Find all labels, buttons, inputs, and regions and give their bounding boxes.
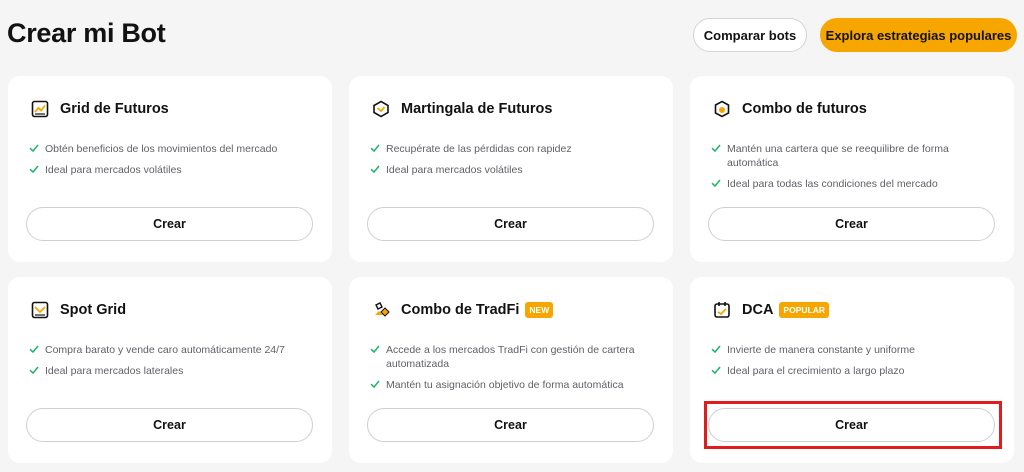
check-icon	[370, 345, 380, 354]
new-badge: NEW	[525, 302, 554, 318]
feature-item: Recupérate de las pérdidas con rapidez	[370, 142, 660, 156]
feature-item: Mantén una cartera que se reequilibre de…	[711, 142, 1001, 170]
feature-text: Ideal para mercados volátiles	[386, 164, 523, 176]
card-title: Grid de Futuros	[60, 101, 169, 117]
check-icon	[711, 366, 721, 375]
feature-text: Accede a los mercados TradFi con gestión…	[386, 344, 635, 370]
check-icon	[29, 345, 39, 354]
card-title: Combo de futuros	[742, 101, 867, 117]
tradfi-gold-icon	[371, 300, 391, 320]
card-title: DCA	[742, 302, 774, 318]
check-icon	[711, 179, 721, 188]
explore-strategies-button[interactable]: Explora estrategias populares	[820, 18, 1017, 52]
check-icon	[29, 165, 39, 174]
feature-text: Mantén tu asignación objetivo de forma a…	[386, 379, 624, 391]
feature-item: Ideal para mercados laterales	[29, 364, 319, 378]
feature-text: Invierte de manera constante y uniforme	[727, 344, 915, 356]
create-spot-grid-button[interactable]: Crear	[26, 408, 313, 442]
feature-text: Ideal para mercados laterales	[45, 365, 184, 377]
combo-coin-icon	[712, 99, 732, 119]
feature-text: Mantén una cartera que se reequilibre de…	[727, 143, 949, 169]
feature-item: Invierte de manera constante y uniforme	[711, 343, 1001, 357]
feature-text: Ideal para todas las condiciones del mer…	[727, 178, 938, 190]
check-icon	[29, 366, 39, 375]
bot-card-futures-martingale: Martingala de Futuros Recupérate de las …	[349, 76, 673, 262]
feature-item: Ideal para el crecimiento a largo plazo	[711, 364, 1001, 378]
card-title: Martingala de Futuros	[401, 101, 553, 117]
card-title: Combo de TradFi	[401, 302, 520, 318]
check-icon	[711, 345, 721, 354]
bot-card-spot-grid: Spot Grid Compra barato y vende caro aut…	[8, 277, 332, 463]
spot-grid-chart-icon	[30, 300, 50, 320]
dca-calendar-icon	[712, 300, 732, 320]
check-icon	[370, 380, 380, 389]
bot-card-tradfi-combo: Combo de TradFi NEW Accede a los mercado…	[349, 277, 673, 463]
feature-item: Ideal para mercados volátiles	[370, 163, 660, 177]
bot-card-futures-grid: Grid de Futuros Obtén beneficios de los …	[8, 76, 332, 262]
feature-item: Accede a los mercados TradFi con gestión…	[370, 343, 660, 371]
feature-text: Ideal para el crecimiento a largo plazo	[727, 365, 905, 377]
check-icon	[370, 144, 380, 153]
highlight-box	[704, 401, 1002, 449]
popular-badge: POPULAR	[779, 302, 829, 318]
create-futures-martingale-button[interactable]: Crear	[367, 207, 654, 241]
feature-item: Ideal para mercados volátiles	[29, 163, 319, 177]
feature-item: Obtén beneficios de los movimientos del …	[29, 142, 319, 156]
feature-text: Ideal para mercados volátiles	[45, 164, 182, 176]
create-tradfi-combo-button[interactable]: Crear	[367, 408, 654, 442]
feature-text: Recupérate de las pérdidas con rapidez	[386, 143, 572, 155]
card-title: Spot Grid	[60, 302, 127, 318]
create-futures-grid-button[interactable]: Crear	[26, 207, 313, 241]
create-futures-combo-button[interactable]: Crear	[708, 207, 995, 241]
compare-bots-button[interactable]: Comparar bots	[693, 18, 807, 52]
feature-item: Mantén tu asignación objetivo de forma a…	[370, 378, 660, 392]
check-icon	[370, 165, 380, 174]
martingale-cube-icon	[371, 99, 391, 119]
check-icon	[711, 144, 721, 153]
feature-item: Ideal para todas las condiciones del mer…	[711, 177, 1001, 191]
page-title: Crear mi Bot	[7, 18, 166, 48]
feature-text: Obtén beneficios de los movimientos del …	[45, 143, 278, 155]
futures-grid-chart-icon	[30, 99, 50, 119]
feature-text: Compra barato y vende caro automáticamen…	[45, 344, 285, 356]
bot-card-futures-combo: Combo de futuros Mantén una cartera que …	[690, 76, 1014, 262]
check-icon	[29, 144, 39, 153]
feature-item: Compra barato y vende caro automáticamen…	[29, 343, 319, 357]
